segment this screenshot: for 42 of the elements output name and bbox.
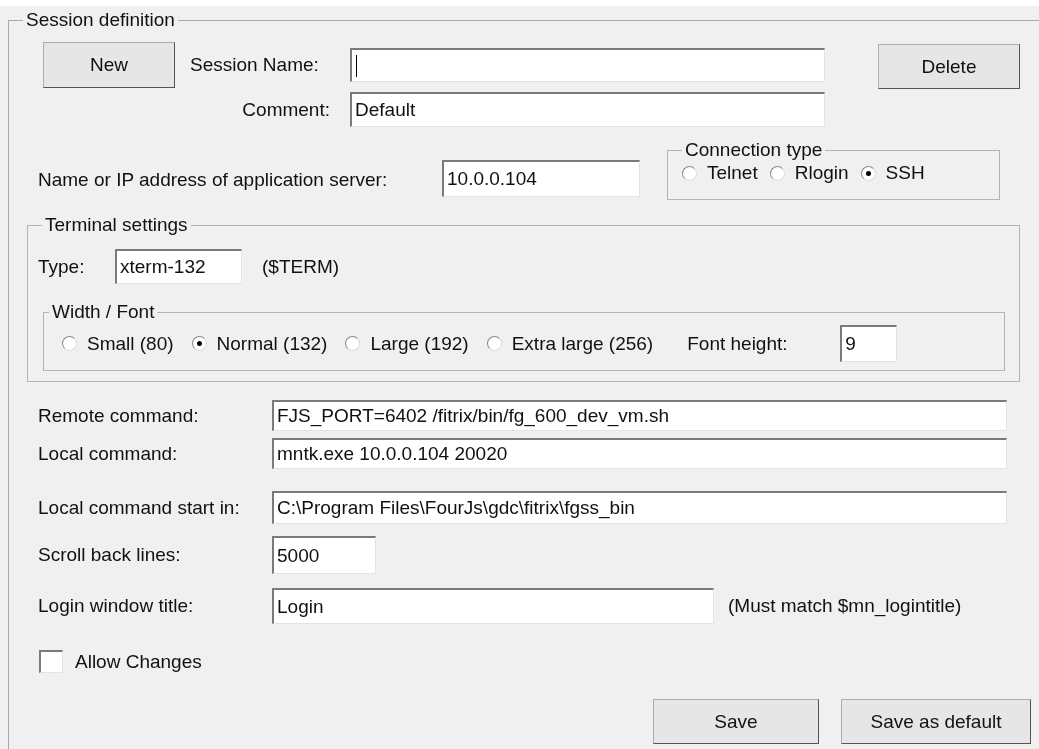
- field-note: ($TERM): [262, 255, 340, 278]
- radio-label: Rlogin: [794, 162, 849, 184]
- radio-label: Normal (132): [216, 332, 328, 355]
- radio-label: SSH: [885, 162, 925, 184]
- field-label: Local command:: [38, 442, 179, 465]
- field-label: Local command start in:: [38, 496, 241, 519]
- input-field[interactable]: xterm-132: [115, 249, 242, 284]
- radio-button[interactable]: [62, 336, 77, 351]
- radio-button[interactable]: [860, 165, 876, 181]
- field-label: Login window title:: [38, 595, 195, 617]
- field-label: Name or IP address of application server:: [38, 169, 389, 191]
- input-field[interactable]: Login: [272, 588, 714, 624]
- field-label: Scroll back lines:: [38, 544, 182, 566]
- field-label: Type:: [38, 255, 86, 278]
- radio-button[interactable]: [191, 336, 207, 351]
- field-label: Comment:: [242, 98, 330, 121]
- radio-button[interactable]: [769, 165, 785, 181]
- field-label: Session Name:: [190, 54, 320, 76]
- radio-button[interactable]: [486, 336, 502, 351]
- radio-label: Telnet: [707, 162, 758, 184]
- save-button[interactable]: Save: [653, 699, 819, 744]
- input-field[interactable]: Default: [350, 92, 825, 127]
- save-as-default-button[interactable]: Save as default: [841, 699, 1031, 744]
- radio-label: Extra large (256): [511, 332, 654, 355]
- field-label: Font height:: [687, 332, 789, 355]
- field-note: (Must match $mn_logintitle): [728, 595, 962, 617]
- checkbox-label: Allow Changes: [75, 650, 202, 673]
- radio-label: Small (80): [87, 332, 174, 355]
- input-field[interactable]: mntk.exe 10.0.0.104 20020: [272, 438, 1007, 469]
- input-field[interactable]: C:\Program Files\FourJs\gdc\fitrix\fgss_bin: [272, 491, 1007, 524]
- input-field[interactable]: [350, 48, 825, 82]
- delete-button[interactable]: Delete: [878, 44, 1020, 89]
- input-field[interactable]: 10.0.0.104: [442, 160, 640, 197]
- checkbox[interactable]: [39, 650, 63, 673]
- radio-label: Large (192): [370, 332, 469, 355]
- input-field[interactable]: 9: [840, 325, 898, 362]
- input-field[interactable]: FJS_PORT=6402 /fitrix/bin/fg_600_dev_vm.sh: [272, 400, 1007, 431]
- radio-button[interactable]: [345, 336, 361, 351]
- new-button[interactable]: New: [43, 42, 175, 88]
- input-field[interactable]: 5000: [272, 536, 376, 574]
- radio-button[interactable]: [682, 165, 697, 181]
- field-label: Remote command:: [38, 404, 200, 427]
